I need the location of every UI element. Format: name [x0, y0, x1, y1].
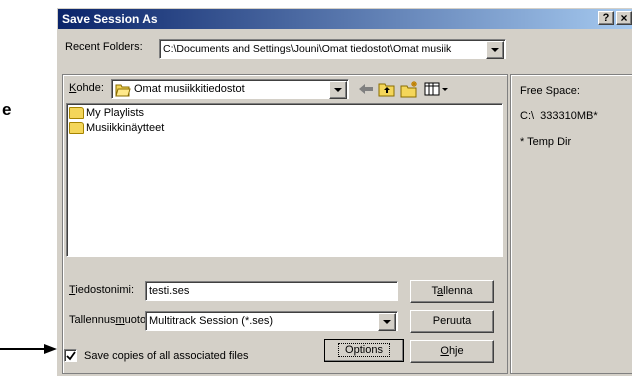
options-button-label: Options: [338, 343, 390, 357]
new-folder-icon[interactable]: [400, 80, 420, 98]
chevron-down-icon: [491, 48, 499, 52]
recent-folders-label: Recent Folders:: [65, 41, 143, 53]
chevron-down-icon: [334, 88, 342, 92]
file-type-dropdown[interactable]: Multitrack Session (*.ses): [145, 311, 398, 331]
save-copies-label[interactable]: Save copies of all associated files: [84, 350, 248, 362]
options-button[interactable]: Options: [324, 339, 404, 362]
look-in-label: Kohde:: [69, 82, 104, 94]
close-button[interactable]: ×: [616, 11, 632, 25]
up-folder-icon[interactable]: [378, 81, 396, 97]
folder-shortcut-icon: [69, 122, 84, 135]
file-type-value: Multitrack Session (*.ses): [149, 315, 274, 327]
file-name-value: testi.ses: [149, 285, 190, 297]
info-panel: Free Space: C:\ 333310MB* * Temp Dir: [510, 74, 632, 374]
folder-open-icon: [115, 83, 131, 100]
recent-folders-dropdown[interactable]: C:\Documents and Settings\Jouni\Omat tie…: [159, 39, 506, 59]
save-copies-checkbox[interactable]: [64, 349, 77, 362]
save-button[interactable]: Tallenna: [410, 280, 494, 303]
file-type-label: Tallennusmuoto: [69, 314, 147, 326]
file-name-input[interactable]: testi.ses: [145, 281, 398, 301]
cancel-button[interactable]: Peruuta: [410, 310, 494, 333]
back-icon[interactable]: [357, 81, 375, 97]
recent-folders-value: C:\Documents and Settings\Jouni\Omat tie…: [163, 43, 452, 55]
free-space-label: Free Space:: [520, 85, 580, 97]
folder-icon: [69, 107, 84, 120]
list-item[interactable]: My Playlists: [69, 107, 144, 120]
look-in-dropdown-button[interactable]: [329, 81, 347, 99]
title-bar[interactable]: Save Session As ? ×: [58, 9, 632, 29]
view-menu-icon[interactable]: [424, 81, 450, 97]
recent-folders-dropdown-button[interactable]: [486, 41, 504, 59]
list-item[interactable]: Musiikkinäytteet: [69, 122, 164, 135]
save-session-dialog: Save Session As ? × Recent Folders: C:\D…: [57, 8, 632, 376]
look-in-value: Omat musiikkitiedostot: [134, 83, 245, 95]
help-button[interactable]: ?: [598, 11, 614, 25]
file-list[interactable]: My Playlists Musiikkinäytteet: [66, 103, 503, 257]
file-type-dropdown-button[interactable]: [378, 313, 396, 331]
chevron-down-icon: [383, 320, 391, 324]
annotation-letter: e: [2, 100, 12, 119]
annotation-arrow: [0, 342, 58, 356]
drive-free-space: C:\ 333310MB*: [520, 110, 598, 122]
dialog-title: Save Session As: [62, 12, 158, 26]
file-name-label: Tiedostonimi:: [69, 284, 135, 296]
checkmark-icon: [66, 351, 76, 361]
help-text-button[interactable]: Ohje: [410, 340, 494, 363]
temp-dir-note: * Temp Dir: [520, 136, 572, 148]
look-in-dropdown[interactable]: Omat musiikkitiedostot: [111, 79, 349, 99]
